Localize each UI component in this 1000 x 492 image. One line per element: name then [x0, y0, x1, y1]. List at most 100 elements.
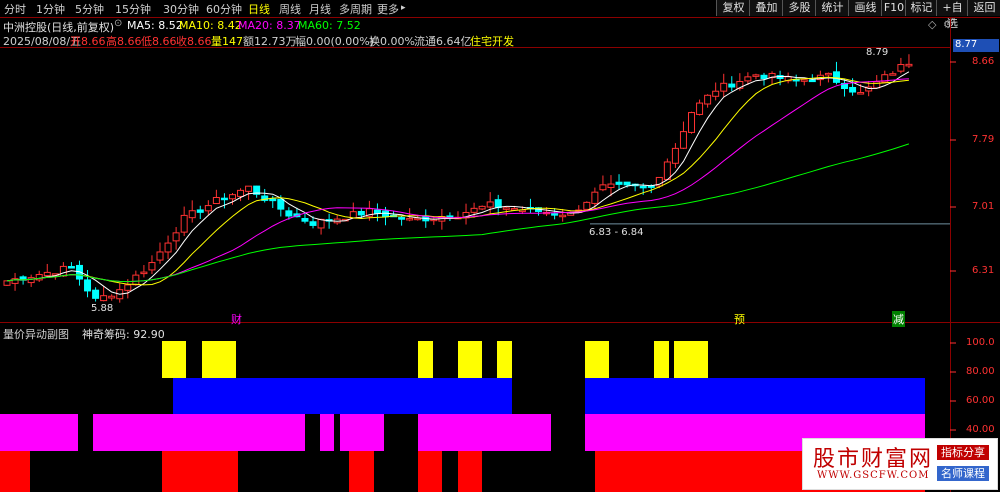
candle-body	[599, 184, 607, 191]
watermark-badge: 名师课程	[937, 466, 989, 481]
indicator-band-magenta	[418, 414, 551, 451]
candle-body	[180, 214, 188, 233]
candle-body	[317, 218, 325, 229]
candle-body	[84, 279, 92, 292]
candle-body	[639, 185, 647, 189]
candle-body	[696, 102, 704, 115]
high-price-label: 8.79	[866, 47, 889, 58]
candle-body	[663, 161, 671, 180]
candle-body	[164, 242, 172, 253]
event-marker-forecast[interactable]: 预	[734, 311, 745, 327]
indicator-band-yellow	[497, 341, 512, 378]
indicator-band-magenta	[320, 414, 334, 451]
event-marker-finance[interactable]: 财	[231, 311, 242, 327]
indicator-band-yellow	[674, 341, 708, 378]
indicator-band-red	[418, 451, 442, 492]
indicator-band-red	[349, 451, 374, 492]
candle-body	[559, 214, 567, 218]
indicator-band-red	[162, 451, 238, 492]
indicator-band-magenta	[340, 414, 384, 451]
indicator-band-magenta	[0, 414, 78, 451]
ma-line	[6, 76, 909, 286]
candle-body	[760, 74, 768, 80]
candle-body	[889, 73, 897, 76]
ma-line	[6, 78, 909, 283]
candle-body	[824, 72, 832, 76]
candle-body	[132, 274, 140, 286]
indicator-value: 神奇筹码: 92.90	[82, 328, 165, 341]
candle-body	[100, 295, 108, 302]
candle-body	[679, 131, 687, 149]
candle-body	[728, 83, 736, 88]
candle-body	[212, 196, 220, 205]
candle-body	[607, 183, 615, 189]
indicator-band-yellow	[162, 341, 186, 378]
indicator-band-blue	[173, 378, 512, 414]
candle-body	[373, 209, 381, 214]
range-label: 6.83 - 6.84	[589, 227, 644, 238]
candle-body	[688, 112, 696, 133]
candle-body	[623, 181, 631, 186]
candle-body	[897, 64, 905, 72]
candle-body	[228, 194, 236, 200]
indicator-tick-label: 100.0	[966, 337, 995, 348]
candle-body	[140, 271, 148, 275]
candle-body	[857, 92, 865, 95]
candle-body	[245, 185, 253, 192]
kline-chart[interactable]	[0, 0, 1000, 492]
indicator-tick-label: 60.00	[966, 395, 995, 406]
candle-body	[494, 199, 502, 209]
candle-body	[237, 189, 245, 197]
candle-body	[92, 289, 100, 299]
price-tick-label: 7.79	[972, 134, 995, 145]
current-price-tag: 8.77	[953, 39, 999, 52]
candle-body	[301, 218, 309, 222]
candle-body	[43, 271, 51, 277]
indicator-band-red	[0, 451, 30, 492]
candle-body	[615, 181, 623, 185]
candle-body	[832, 71, 840, 83]
candle-body	[752, 74, 760, 77]
candle-body	[156, 251, 164, 261]
candle-body	[808, 79, 816, 83]
candle-body	[3, 280, 11, 286]
candle-body	[172, 232, 180, 242]
indicator-title[interactable]: 量价异动副图	[3, 326, 69, 342]
site-watermark: 股市财富网 WWW.GSCFW.COM 指标分享 名师课程	[802, 438, 998, 490]
candle-body	[583, 201, 591, 210]
candle-body	[285, 210, 293, 217]
watermark-badge: 指标分享	[937, 445, 989, 460]
indicator-band-yellow	[585, 341, 609, 378]
indicator-tick-label: 40.00	[966, 424, 995, 435]
candle-body	[277, 198, 285, 210]
candle-body	[124, 284, 132, 291]
candle-body	[800, 79, 808, 82]
indicator-band-yellow	[202, 341, 236, 378]
candle-body	[704, 94, 712, 105]
indicator-band-magenta	[93, 414, 305, 451]
candle-body	[744, 76, 752, 82]
candle-body	[204, 205, 212, 212]
event-marker-reduce[interactable]: 减	[892, 311, 905, 327]
candle-body	[27, 277, 35, 284]
candle-body	[196, 209, 204, 213]
candle-body	[849, 86, 857, 93]
indicator-band-red	[458, 451, 482, 492]
candle-body	[873, 81, 881, 89]
candle-body	[67, 266, 75, 269]
watermark-url: WWW.GSCFW.COM	[817, 470, 930, 481]
indicator-band-blue	[585, 378, 925, 414]
candle-body	[269, 198, 277, 202]
watermark-title: 股市财富网	[813, 447, 934, 472]
candle-body	[188, 210, 196, 219]
candle-body	[720, 82, 728, 92]
candle-body	[406, 217, 414, 221]
candle-body	[108, 295, 116, 299]
candle-body	[551, 213, 559, 216]
candle-body	[59, 265, 67, 277]
price-tick-label: 6.31	[972, 265, 995, 276]
candle-body	[905, 63, 913, 67]
price-tick-label: 8.66	[972, 56, 995, 67]
low-price-label: 5.88	[91, 303, 114, 314]
candle-body	[502, 207, 510, 210]
